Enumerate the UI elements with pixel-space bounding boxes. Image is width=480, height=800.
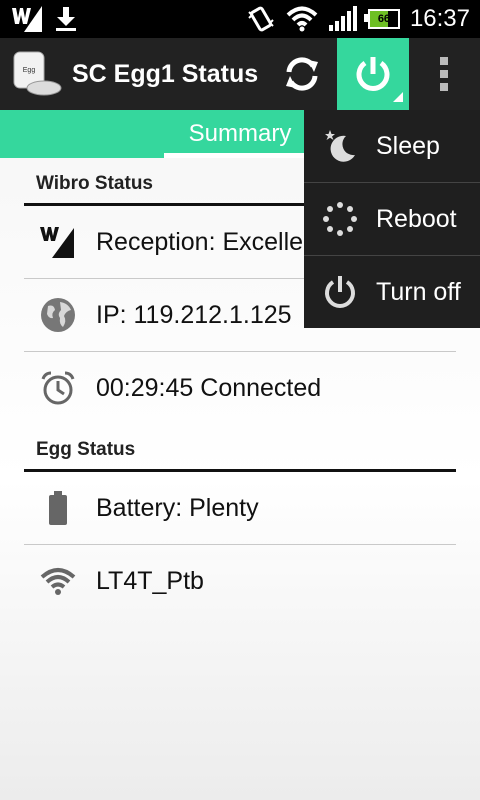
menu-item-label: Sleep xyxy=(376,132,440,160)
egg-status-header: Egg Status xyxy=(36,439,136,460)
refresh-button[interactable] xyxy=(272,38,332,110)
menu-item-sleep[interactable]: Sleep xyxy=(304,110,480,182)
download-icon xyxy=(56,7,76,31)
battery-icon xyxy=(49,491,67,525)
alarm-clock-icon xyxy=(41,371,75,405)
battery-icon: 66 xyxy=(363,9,400,29)
list-item[interactable]: Battery: Plenty xyxy=(24,472,456,544)
clock: 16:37 xyxy=(409,5,470,32)
wifi-icon xyxy=(286,6,318,32)
reboot-icon xyxy=(323,202,357,236)
wimax-signal-icon xyxy=(12,6,42,32)
wibro-status-header: Wibro Status xyxy=(36,173,153,194)
list-item[interactable]: LT4T_Ptb xyxy=(24,545,456,617)
reception-text: Reception: Excelle xyxy=(96,228,304,256)
moon-stars-icon xyxy=(325,130,355,162)
menu-item-label: Turn off xyxy=(376,278,461,306)
app-logo-text: Egg xyxy=(23,67,36,74)
tab-selected-indicator xyxy=(164,153,316,158)
menu-item-reboot[interactable]: Reboot xyxy=(304,183,480,255)
page-title: SC Egg1 Status xyxy=(72,60,259,88)
connection-time-text: 00:29:45 Connected xyxy=(96,374,322,402)
power-icon xyxy=(356,57,390,91)
wibro-signal-icon xyxy=(40,227,74,258)
list-item[interactable]: 00:29:45 Connected xyxy=(24,352,456,424)
menu-item-label: Reboot xyxy=(376,205,457,233)
status-bar-right: 66 16:37 xyxy=(246,4,470,34)
overflow-menu-button[interactable] xyxy=(420,38,468,110)
wifi-network-text: LT4T_Ptb xyxy=(96,567,204,595)
overflow-menu-icon xyxy=(440,57,448,91)
status-bar-left xyxy=(10,4,78,34)
cell-signal-icon xyxy=(328,6,357,31)
battery-level: 66 xyxy=(377,13,391,25)
battery-text: Battery: Plenty xyxy=(96,494,259,522)
wifi-icon xyxy=(40,568,76,595)
vibrate-icon xyxy=(248,6,274,32)
tab-summary[interactable]: Summary xyxy=(164,110,316,158)
power-menu-button[interactable] xyxy=(337,38,409,110)
app-logo-icon[interactable]: Egg xyxy=(10,50,62,98)
dropdown-indicator-icon xyxy=(393,92,403,102)
power-dropdown-menu: Sleep Reboot Turn off xyxy=(304,110,480,328)
globe-icon xyxy=(41,298,75,332)
action-bar: Egg SC Egg1 Status xyxy=(0,38,480,110)
ip-text: IP: 119.212.1.125 xyxy=(96,301,292,329)
refresh-icon xyxy=(286,57,318,91)
power-icon xyxy=(325,276,355,308)
status-bar: 66 16:37 xyxy=(0,0,480,38)
menu-item-turn-off[interactable]: Turn off xyxy=(304,256,480,328)
